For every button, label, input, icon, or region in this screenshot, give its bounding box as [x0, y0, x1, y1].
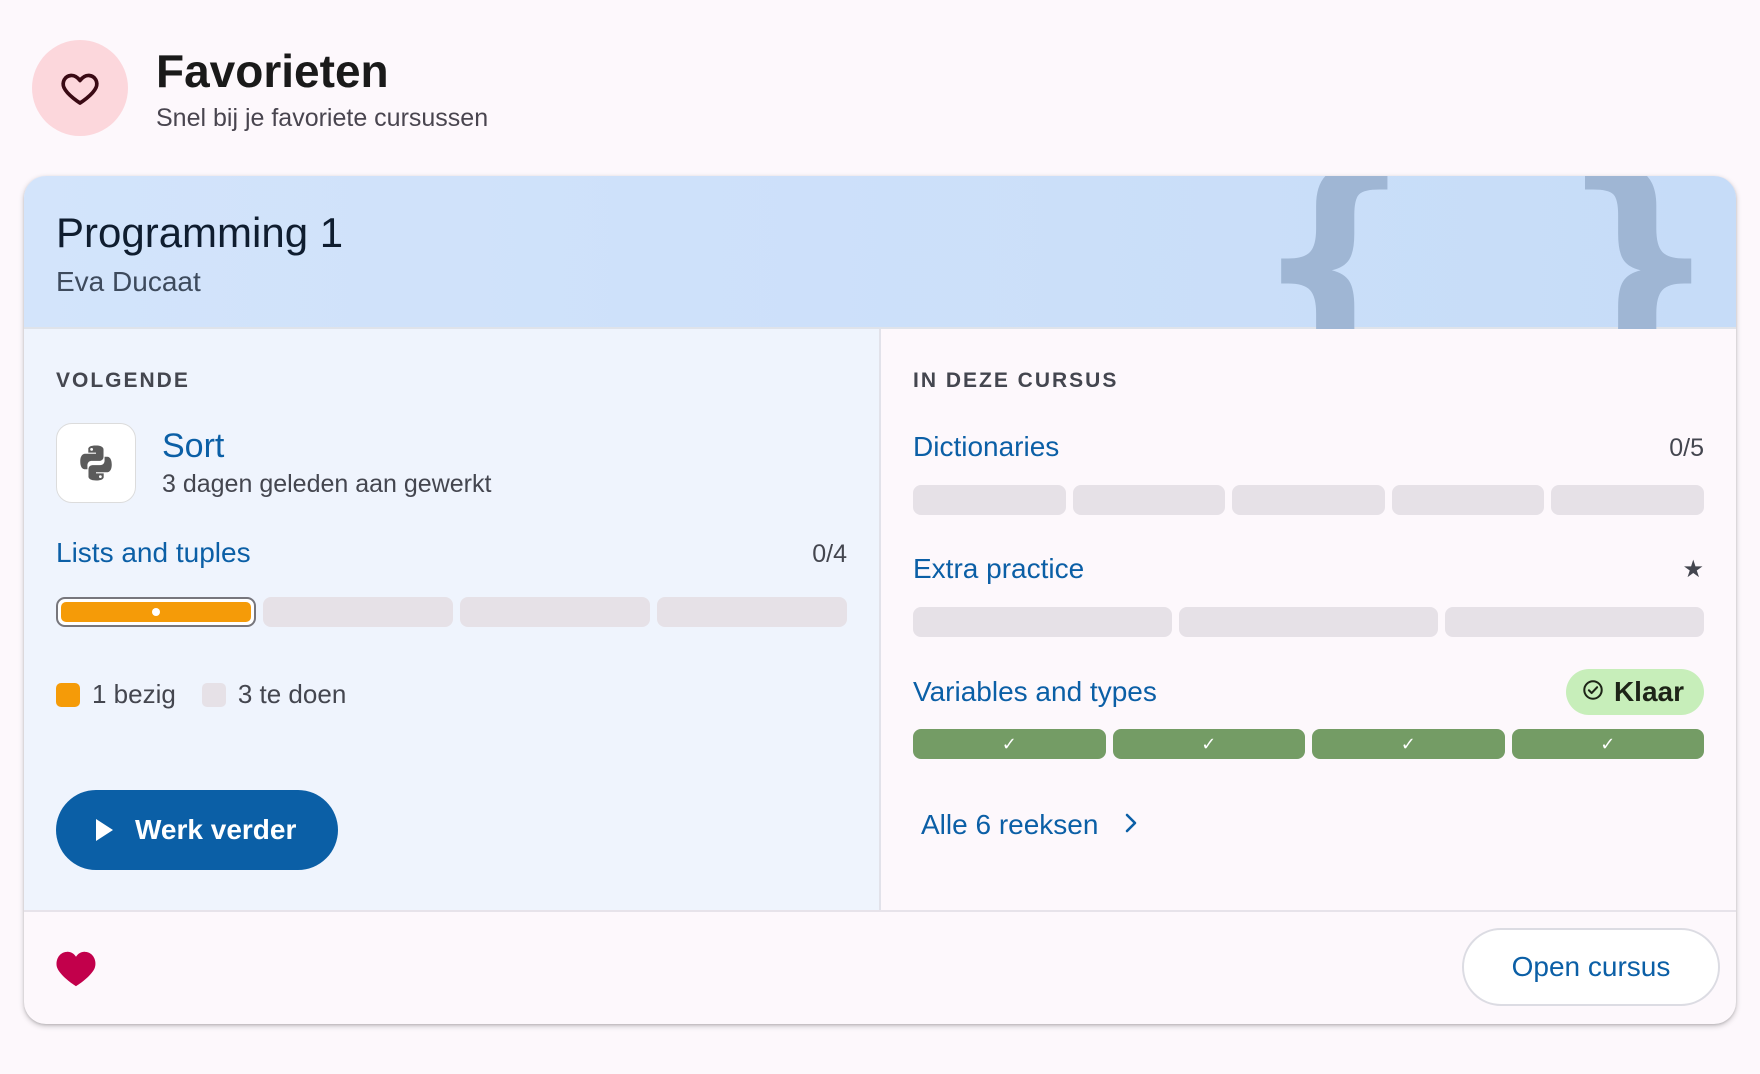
chevron-right-icon — [1122, 809, 1140, 841]
page-title: Favorieten — [156, 44, 389, 97]
legend-item-in-progress: 1 bezig — [56, 679, 176, 710]
exercise-bar-todo[interactable] — [1179, 607, 1438, 637]
check-icon: ✓ — [1600, 733, 1616, 754]
next-activity-subtitle: 3 dagen geleden aan gewerkt — [162, 470, 492, 498]
python-icon — [56, 423, 136, 503]
exercise-bar-done[interactable]: ✓ — [913, 729, 1106, 759]
exercise-bar-todo[interactable] — [1445, 607, 1704, 637]
course-card-footer: Open cursus — [24, 912, 1736, 1022]
series-title[interactable]: Dictionaries — [913, 431, 1059, 463]
exercise-bar-in-progress[interactable] — [56, 597, 256, 627]
exercise-bar-done[interactable]: ✓ — [1511, 729, 1704, 759]
check-icon: ✓ — [1201, 733, 1217, 754]
exercise-bar-done[interactable]: ✓ — [1112, 729, 1305, 759]
exercise-bar-todo[interactable] — [1072, 485, 1226, 515]
series-bars-variables-and-types: ✓ ✓ ✓ ✓ — [913, 729, 1704, 759]
star-icon: ★ — [1682, 555, 1704, 583]
status-badge: Klaar — [1565, 669, 1704, 715]
check-icon: ✓ — [1400, 733, 1416, 754]
next-series-count: 0/4 — [812, 540, 847, 568]
all-series-link-label: Alle 6 reeksen — [921, 809, 1099, 840]
section-label-next: VOLGENDE — [56, 369, 190, 392]
series-row-dictionaries: Dictionaries 0/5 — [913, 431, 1704, 463]
series-row-extra-practice: Extra practice ★ — [913, 553, 1704, 585]
open-course-button[interactable]: Open cursus — [1462, 928, 1720, 1006]
continue-button[interactable]: Werk verder — [56, 790, 338, 870]
exercise-bar-todo[interactable] — [263, 597, 453, 627]
exercise-bar-todo[interactable] — [1551, 485, 1704, 515]
course-card-header[interactable]: Programming 1 Eva Ducaat { } — [24, 176, 1736, 376]
exercise-bar-todo[interactable] — [913, 485, 1066, 515]
status-badge-label: Klaar — [1613, 676, 1684, 707]
legend-label: 3 te doen — [237, 679, 347, 709]
legend-label: 1 bezig — [92, 679, 176, 709]
legend-item-todo: 3 te doen — [201, 679, 347, 710]
legend-swatch — [201, 682, 226, 707]
check-circle-icon — [1582, 676, 1604, 708]
section-label-in-course: IN DEZE CURSUS — [913, 369, 1119, 392]
heart-filled-icon[interactable] — [54, 948, 98, 993]
series-row-variables-and-types: Variables and types Klaar — [913, 669, 1704, 715]
series-title[interactable]: Extra practice — [913, 553, 1084, 585]
series-bars-extra-practice — [913, 607, 1704, 637]
next-series-row: Lists and tuples 0/4 — [56, 537, 847, 569]
next-series-title[interactable]: Lists and tuples — [56, 537, 251, 569]
series-title[interactable]: Variables and types — [913, 676, 1157, 708]
page-header: Favorieten Snel bij je favoriete cursuss… — [32, 40, 488, 136]
exercise-bar-done[interactable]: ✓ — [1312, 729, 1505, 759]
status-legend: 1 bezig 3 te doen — [56, 679, 372, 710]
exercise-bar-todo[interactable] — [913, 607, 1172, 637]
next-series-bars — [56, 597, 847, 627]
course-series-pane: IN DEZE CURSUS Dictionaries 0/5 Extra pr… — [881, 329, 1736, 910]
continue-button-label: Werk verder — [135, 814, 297, 845]
check-icon: ✓ — [1001, 733, 1017, 754]
page-subtitle: Snel bij je favoriete cursussen — [156, 103, 489, 132]
heart-outline-icon — [32, 40, 128, 136]
next-pane: VOLGENDE Sort 3 dagen geleden aan gewerk… — [24, 329, 881, 910]
next-activity-title[interactable]: Sort — [162, 427, 491, 466]
course-card: Programming 1 Eva Ducaat { } VOLGENDE So… — [24, 176, 1736, 1024]
series-bars-dictionaries — [913, 485, 1704, 515]
legend-swatch — [56, 682, 80, 707]
exercise-bar-todo[interactable] — [1391, 485, 1545, 515]
series-count: 0/5 — [1669, 434, 1704, 462]
exercise-bar-todo[interactable] — [1232, 485, 1385, 515]
exercise-bar-todo[interactable] — [460, 597, 650, 627]
all-series-link[interactable]: Alle 6 reeksen — [921, 809, 1140, 841]
next-activity[interactable]: Sort 3 dagen geleden aan gewerkt — [56, 423, 491, 503]
play-icon — [96, 819, 113, 841]
exercise-bar-todo[interactable] — [657, 597, 847, 627]
